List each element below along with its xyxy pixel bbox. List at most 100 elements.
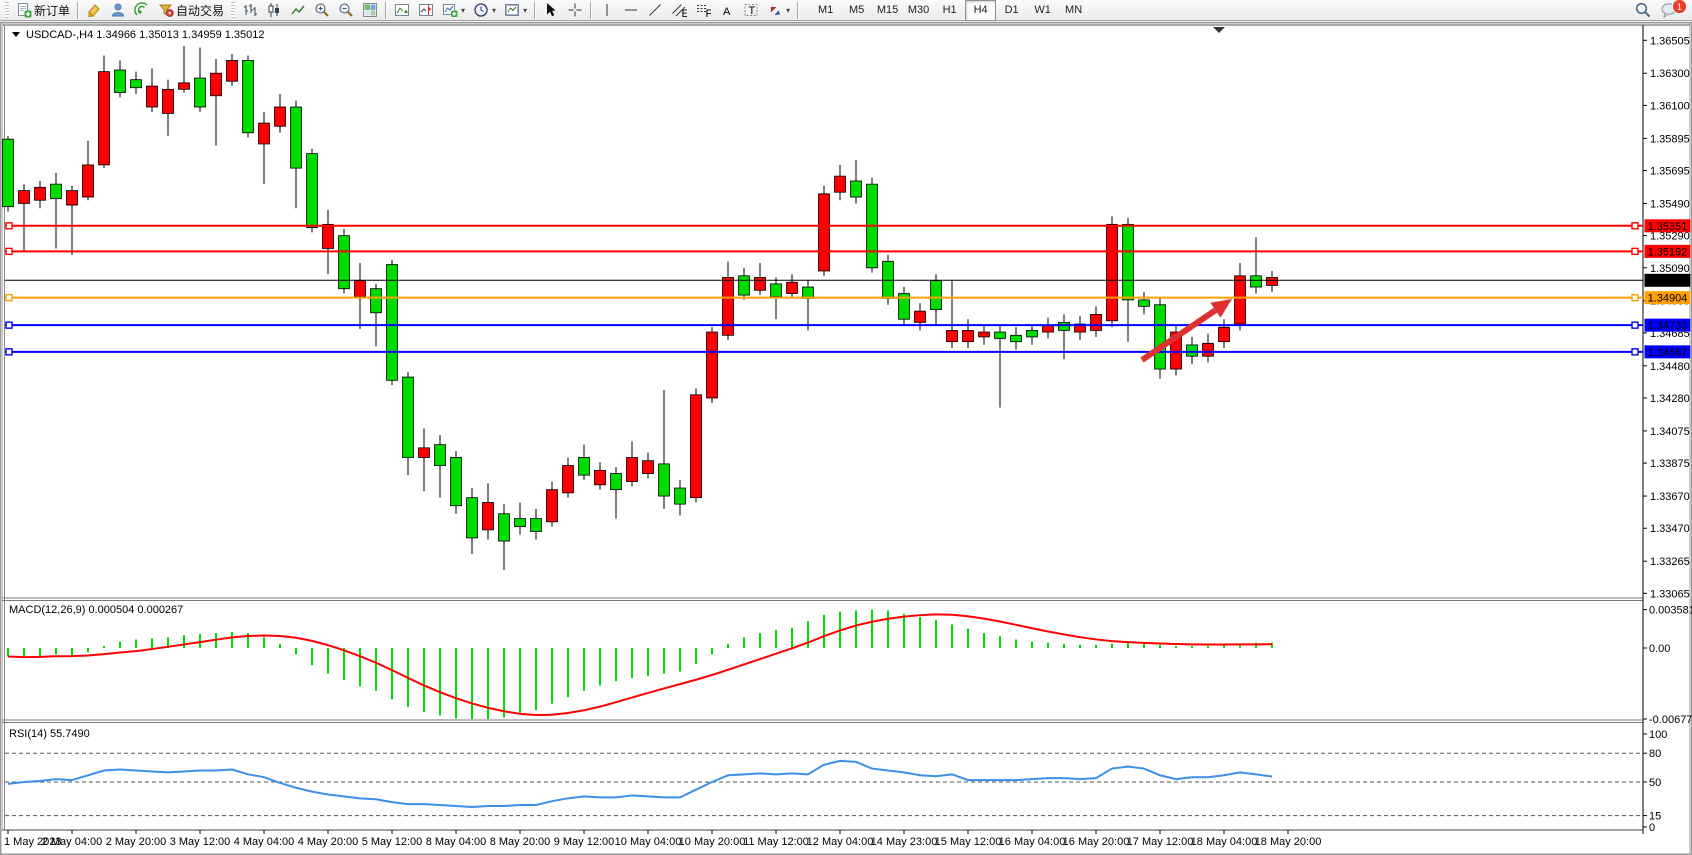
period-button[interactable]: ▾ <box>469 0 500 21</box>
time-tick-label: 2 May 04:00 <box>42 836 103 848</box>
crosshair-tool-button[interactable] <box>563 0 587 21</box>
fibonacci-tool-button[interactable]: F <box>691 0 715 21</box>
candle-body <box>259 123 270 144</box>
timeframe-h1[interactable]: H1 <box>934 0 965 21</box>
candle-body <box>83 165 94 197</box>
timeframe-m30[interactable]: M30 <box>903 0 934 21</box>
candle-body <box>99 72 110 165</box>
candle-body <box>1123 224 1134 300</box>
zoom-out-button[interactable] <box>334 0 358 21</box>
horizontal-line-tool-button[interactable] <box>619 0 643 21</box>
timeframe-m1[interactable]: M1 <box>810 0 841 21</box>
candle-body <box>3 139 14 207</box>
line-handle[interactable] <box>6 248 12 254</box>
candle-body <box>915 311 926 322</box>
candlestick-chart-button[interactable] <box>262 0 286 21</box>
candle-body <box>243 60 254 132</box>
svg-text:E: E <box>682 8 688 18</box>
new-order-button[interactable]: 新订单 <box>12 0 74 21</box>
candle-body <box>1219 327 1230 341</box>
dropdown-arrow-icon[interactable]: ▾ <box>461 6 465 15</box>
line-chart-icon <box>290 2 306 18</box>
timeframe-m5[interactable]: M5 <box>841 0 872 21</box>
channel-tool-button[interactable]: E <box>667 0 691 21</box>
candle-body <box>211 73 222 96</box>
timeframe-d1[interactable]: D1 <box>996 0 1027 21</box>
line-handle[interactable] <box>1632 349 1638 355</box>
candle-body <box>659 464 670 496</box>
cursor-tool-button[interactable] <box>539 0 563 21</box>
candle-body <box>387 265 398 381</box>
candle-body <box>707 332 718 398</box>
candle-body <box>803 287 814 298</box>
candle-body <box>403 377 414 457</box>
timeframe-h4[interactable]: H4 <box>965 0 996 21</box>
candle-body <box>1251 276 1262 287</box>
timeframe-m15[interactable]: M15 <box>872 0 903 21</box>
text-icon: A <box>719 2 735 18</box>
arrows-tool-button[interactable]: ▾ <box>763 0 794 21</box>
time-tick-label: 3 May 12:00 <box>170 836 231 848</box>
timeframe-w1[interactable]: W1 <box>1027 0 1058 21</box>
trendline-icon <box>647 2 663 18</box>
candle-body <box>131 80 142 88</box>
line-handle[interactable] <box>6 295 12 301</box>
timeframe-mn[interactable]: MN <box>1058 0 1089 21</box>
candle-body <box>531 519 542 532</box>
label-tool-button[interactable]: T <box>739 0 763 21</box>
text-tool-button[interactable]: A <box>715 0 739 21</box>
candle-body <box>1203 343 1214 356</box>
price-tick-label: 1.33470 <box>1650 523 1690 535</box>
candle-body <box>723 277 734 335</box>
crosshair-icon <box>567 2 583 18</box>
search-button[interactable] <box>1630 0 1656 21</box>
time-tick-label: 11 May 12:00 <box>743 836 809 848</box>
price-badge-label: 1.35192 <box>1648 246 1688 258</box>
editor-button[interactable] <box>82 0 106 21</box>
candle-body <box>819 194 830 271</box>
dropdown-arrow-icon[interactable]: ▾ <box>492 6 496 15</box>
auto-scroll-button[interactable] <box>390 0 414 21</box>
line-handle[interactable] <box>1632 295 1638 301</box>
candle-body <box>451 457 462 505</box>
line-handle[interactable] <box>1632 223 1638 229</box>
line-handle[interactable] <box>6 223 12 229</box>
dropdown-arrow-icon[interactable]: ▾ <box>523 6 527 15</box>
separator <box>534 2 536 19</box>
usdcad-h4-chart[interactable]: 1.365051.363001.361001.358951.356951.354… <box>0 22 1692 855</box>
chart-shift-button[interactable] <box>414 0 438 21</box>
candle-body <box>515 519 526 527</box>
vertical-line-icon <box>599 2 615 18</box>
chat-button[interactable]: 1 <box>1656 0 1686 21</box>
time-tick-label: 16 May 20:00 <box>1063 836 1130 848</box>
candle-body <box>67 191 78 205</box>
mt4-terminal: { "toolbar": { "new_order_label": "新订单",… <box>0 0 1692 855</box>
line-handle[interactable] <box>1632 322 1638 328</box>
community-button[interactable] <box>106 0 130 21</box>
line-handle[interactable] <box>1632 248 1638 254</box>
bar-chart-button[interactable] <box>238 0 262 21</box>
vertical-line-tool-button[interactable] <box>595 0 619 21</box>
rsi-axis-label: 80 <box>1649 748 1661 760</box>
dropdown-arrow-icon[interactable]: ▾ <box>786 6 790 15</box>
line-chart-button[interactable] <box>286 0 310 21</box>
add-indicator-button[interactable]: ▾ <box>438 0 469 21</box>
toolbar-grip[interactable] <box>5 2 9 18</box>
signals-button[interactable] <box>130 0 154 21</box>
candle-body <box>739 276 750 295</box>
top-toolbar: 新订单 自动交易 <box>0 0 1692 21</box>
candle-body <box>1187 345 1198 356</box>
time-tick-label: 8 May 04:00 <box>426 836 487 848</box>
candle-body <box>947 330 958 341</box>
time-tick-label: 9 May 12:00 <box>554 836 615 848</box>
candle-body <box>51 184 62 198</box>
toolbar-grip[interactable] <box>231 2 235 18</box>
tile-windows-button[interactable] <box>358 0 382 21</box>
line-handle[interactable] <box>6 349 12 355</box>
candle-body <box>419 448 430 458</box>
template-button[interactable]: ▾ <box>500 0 531 21</box>
zoom-in-button[interactable] <box>310 0 334 21</box>
auto-trading-button[interactable]: 自动交易 <box>154 0 228 21</box>
trendline-tool-button[interactable] <box>643 0 667 21</box>
line-handle[interactable] <box>6 322 12 328</box>
